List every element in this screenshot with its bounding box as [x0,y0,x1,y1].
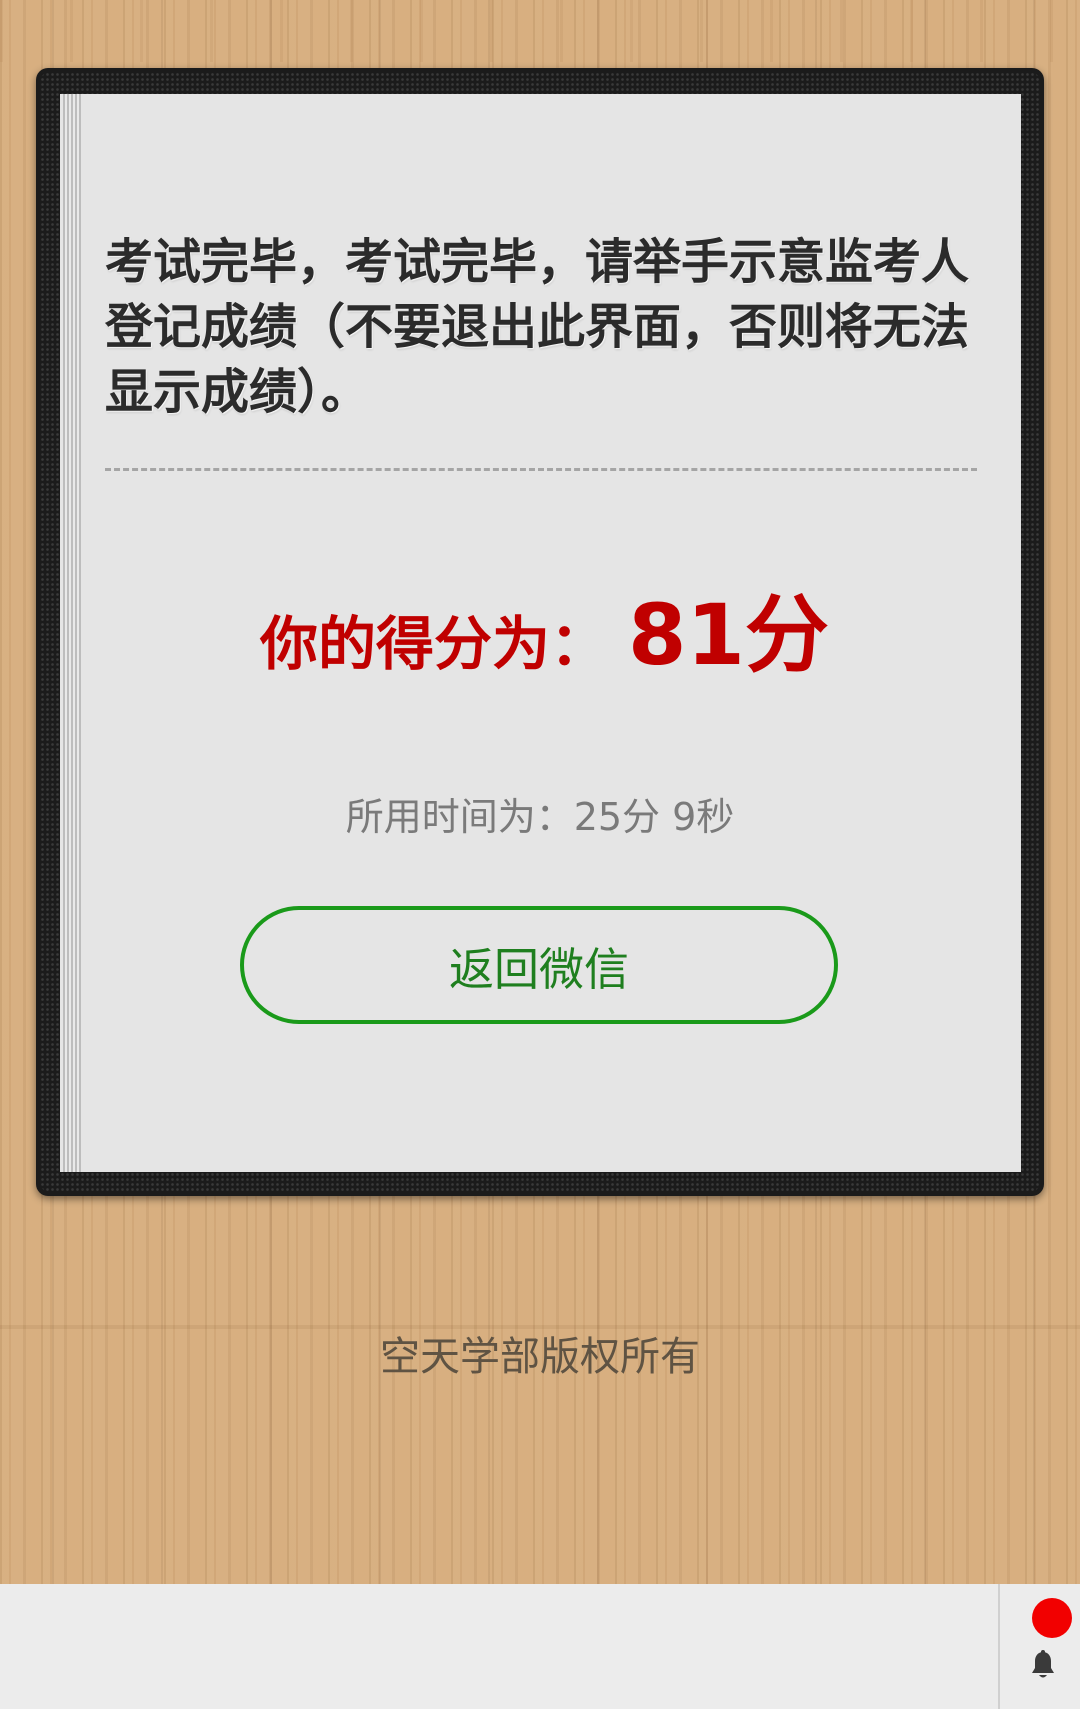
return-to-wechat-button[interactable]: 返回微信 [240,906,838,1024]
bottom-bar [0,1584,1080,1709]
exam-finished-instruction: 考试完毕，考试完毕，请举手示意监考人登记成绩（不要退出此界面，否则将无法显示成绩… [105,234,970,420]
notification-badge[interactable] [1032,1598,1072,1638]
score-value: 81分 [628,586,829,684]
score-label: 你的得分为： [260,610,609,678]
time-used-text: 所用时间为：25分 9秒 [345,795,735,839]
copyright-footer: 空天学部版权所有 [380,1334,700,1380]
score-row: 你的得分为： 81分 [260,568,829,684]
dashed-divider [105,468,977,471]
bell-icon[interactable] [1030,1650,1056,1680]
bottom-bar-divider [998,1584,1000,1709]
